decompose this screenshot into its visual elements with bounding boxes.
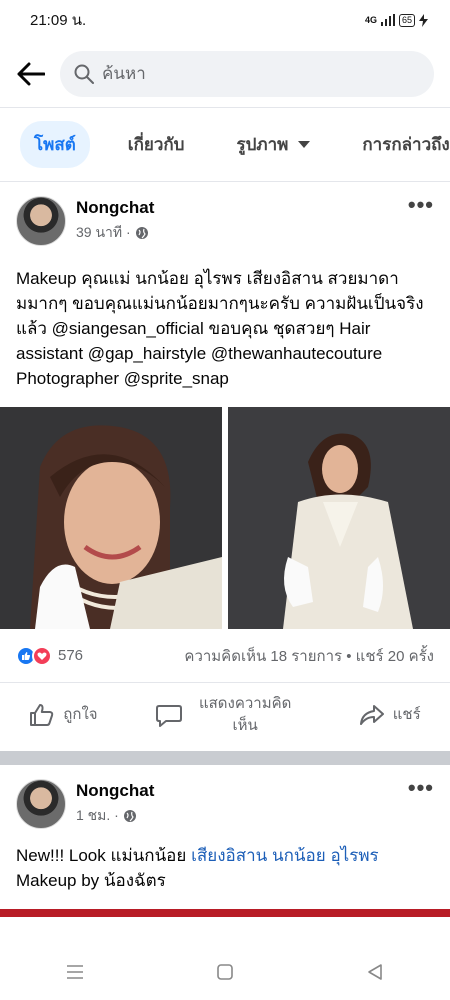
back-triangle-icon[interactable] (366, 963, 384, 981)
like-label: ถูกใจ (63, 706, 98, 723)
love-reaction-icon (32, 645, 52, 666)
chevron-down-icon (298, 140, 311, 148)
status-time: 21:09 น. (30, 12, 87, 29)
comment-button[interactable]: แสดงความคิดเห็น (156, 693, 300, 737)
back-arrow-icon (17, 62, 45, 85)
post-text-link[interactable]: เสียงอิสาน นกน้อย อุไรพร (191, 846, 379, 865)
battery-icon: 65 (398, 13, 415, 27)
status-icons: 4G 65 (364, 13, 428, 27)
post-time-row: 1 ชม. · (76, 805, 408, 827)
tab-mentions[interactable]: การกล่าวถึง (348, 121, 450, 168)
post-text: Makeup คุณแม่ นกน้อย อุไรพร เสียงอิสาน ส… (16, 269, 424, 388)
like-button[interactable]: ถูกใจ (29, 703, 98, 727)
reactions-summary[interactable]: 576 (16, 645, 84, 666)
avatar[interactable] (16, 196, 66, 246)
post-time[interactable]: 1 ชม. · (76, 805, 119, 827)
charging-icon (419, 13, 428, 27)
author-name[interactable]: Nongchat (76, 198, 408, 218)
post-card: Nongchat 39 นาที · ••• Makeup คุณแม่ นกน… (0, 182, 450, 747)
tab-photos[interactable]: รูปภาพ (222, 121, 324, 168)
reactions-count: 576 (58, 647, 84, 664)
post-meta: Nongchat 1 ชม. · (76, 779, 408, 827)
post-photo[interactable] (0, 407, 222, 629)
tab-mentions-label: การกล่าวถึง (362, 135, 450, 154)
post-card: Nongchat 1 ชม. · ••• New!!! Look แม่นกน้… (0, 765, 450, 917)
search-box[interactable] (60, 50, 434, 97)
engagement-stats[interactable]: ความคิดเห็น 18 รายการ • แชร์ 20 ครั้ง (184, 644, 434, 668)
post-actions: ถูกใจ แสดงความคิดเห็น แชร์ (0, 683, 450, 747)
globe-icon (123, 810, 136, 822)
tab-posts[interactable]: โพสต์ (20, 121, 90, 168)
tab-about-label: เกี่ยวกับ (127, 135, 185, 154)
menu-icon[interactable] (66, 964, 84, 980)
more-icon[interactable]: ••• (408, 192, 434, 218)
tab-about[interactable]: เกี่ยวกับ (114, 121, 199, 168)
search-icon (74, 64, 94, 84)
feed-separator (0, 751, 450, 765)
tab-posts-label: โพสต์ (34, 135, 76, 154)
post-text-suffix: Makeup by น้องฉัตร (16, 871, 166, 890)
post-meta: Nongchat 39 นาที · (76, 196, 408, 244)
system-nav-bar (0, 944, 450, 1000)
signal-icon (380, 14, 395, 26)
comment-label: แสดงความคิดเห็น (198, 695, 292, 734)
post-photo-preview[interactable] (0, 909, 450, 917)
tab-photos-label: รูปภาพ (236, 135, 289, 154)
comment-icon (156, 705, 183, 727)
globe-icon (135, 227, 148, 239)
post-text: New!!! Look แม่นกน้อย เสียงอิสาน นกน้อย … (0, 843, 450, 893)
search-row (0, 40, 450, 108)
portrait-image (0, 407, 222, 629)
author-name[interactable]: Nongchat (76, 781, 408, 801)
share-label: แชร์ (392, 706, 421, 723)
fullbody-image (228, 407, 450, 629)
profile-tabs: โพสต์ เกี่ยวกับ รูปภาพ การกล่าวถึง (0, 108, 450, 182)
back-button[interactable] (16, 59, 46, 89)
post-time-row: 39 นาที · (76, 222, 408, 244)
post-header: Nongchat 1 ชม. · ••• (0, 775, 450, 829)
network-label: 4G (364, 15, 377, 25)
search-input[interactable] (102, 63, 302, 84)
more-icon[interactable]: ••• (408, 775, 434, 801)
post-photo[interactable] (228, 407, 450, 629)
share-icon (359, 705, 384, 725)
home-square-icon[interactable] (216, 963, 234, 981)
post-header: Nongchat 39 นาที · ••• (0, 192, 450, 246)
status-bar: 21:09 น. 4G 65 (0, 0, 450, 40)
post-photos (0, 407, 450, 629)
share-button[interactable]: แชร์ (359, 704, 421, 726)
avatar[interactable] (16, 779, 66, 829)
reaction-icons (16, 645, 52, 666)
post-time[interactable]: 39 นาที · (76, 222, 131, 244)
like-icon (30, 704, 54, 726)
post-text-prefix: New!!! Look แม่นกน้อย (16, 846, 192, 865)
reactions-row: 576 ความคิดเห็น 18 รายการ • แชร์ 20 ครั้… (0, 629, 450, 683)
